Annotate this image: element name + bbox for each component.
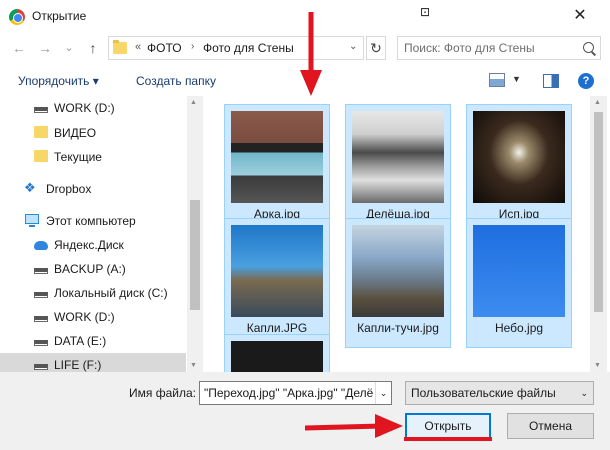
folder-icon <box>34 126 48 138</box>
breadcrumb-foto[interactable]: ФОТО <box>147 41 182 55</box>
drive-icon <box>34 292 48 298</box>
file-item-kapli[interactable]: Капли.JPG <box>224 218 330 348</box>
computer-icon <box>25 214 39 227</box>
sidebar-item-dropbox[interactable]: ❖ Dropbox <box>0 177 186 201</box>
file-item-arka[interactable]: Арка.jpg <box>224 104 330 234</box>
file-name: Капли.JPG <box>246 321 308 335</box>
filetype-value: Пользовательские файлы <box>411 386 556 400</box>
sidebar-item-work-d-2[interactable]: WORK (D:) <box>0 305 186 329</box>
sidebar-item-work-d[interactable]: WORK (D:) <box>0 96 186 120</box>
view-mode-icon[interactable] <box>489 73 505 87</box>
filetype-select[interactable]: Пользовательские файлы ⌄ <box>405 381 594 405</box>
forward-arrow-icon[interactable]: → <box>36 39 54 57</box>
thumbnail-image <box>231 225 323 317</box>
annotation-arrow-down-icon <box>300 12 322 96</box>
organize-button[interactable]: Упорядочить ▾ <box>18 74 99 88</box>
sidebar-item-video[interactable]: ВИДЕО <box>0 121 186 145</box>
sidebar-item-this-pc[interactable]: Этот компьютер <box>0 209 186 233</box>
annotation-arrow-right-icon <box>305 414 403 438</box>
help-icon[interactable]: ? <box>578 73 594 89</box>
file-name: Небо.jpg <box>494 321 544 335</box>
thumbnail-image <box>352 225 444 317</box>
sidebar-item-tekushchie[interactable]: Текущие <box>0 145 186 169</box>
drive-icon <box>34 268 48 274</box>
sidebar-item-label: WORK (D:) <box>54 101 115 115</box>
sidebar-item-backup-a[interactable]: BACKUP (A:) <box>0 257 186 281</box>
sidebar-item-label: WORK (D:) <box>54 310 115 324</box>
up-arrow-icon[interactable]: ↑ <box>84 39 102 57</box>
sidebar-item-data-e[interactable]: DATA (E:) <box>0 329 186 353</box>
search-box[interactable]: Поиск: Фото для Стены <box>397 36 601 60</box>
sidebar-item-local-disk-c[interactable]: Локальный диск (C:) <box>0 281 186 305</box>
chevron-down-icon: ⌄ <box>580 388 588 398</box>
preview-pane-icon[interactable] <box>543 74 559 88</box>
thumbnail-image <box>473 225 565 317</box>
drive-icon <box>34 364 48 370</box>
file-item-isp[interactable]: Исп.jpg <box>466 104 572 234</box>
search-input[interactable]: Поиск: Фото для Стены <box>404 41 535 55</box>
breadcrumb-overflow[interactable]: « <box>135 41 141 53</box>
dropbox-icon: ❖ <box>24 180 36 195</box>
thumbnail-image <box>231 341 323 372</box>
scroll-up-icon[interactable]: ▲ <box>594 99 601 106</box>
filename-value: "Переход.jpg" "Арка.jpg" "Делё <box>204 386 374 400</box>
chevron-right-icon[interactable]: › <box>191 41 194 52</box>
open-button[interactable]: Открыть <box>405 413 491 439</box>
drive-icon <box>34 316 48 322</box>
sidebar-item-yandex-disk[interactable]: Яндекс.Диск <box>0 233 186 257</box>
address-dropdown-icon[interactable]: ⌄ <box>349 41 357 52</box>
refresh-icon[interactable]: ↻ <box>366 36 386 60</box>
scroll-down-icon[interactable]: ▼ <box>190 362 197 369</box>
annotation-underline <box>404 437 492 441</box>
drive-icon <box>34 340 48 346</box>
content-scrollbar-thumb[interactable] <box>594 112 603 312</box>
back-arrow-icon[interactable]: ← <box>10 39 28 57</box>
sidebar-item-label: Текущие <box>54 150 102 164</box>
file-item-partial[interactable] <box>224 334 330 372</box>
pin-icon[interactable]: ⊡ <box>418 5 432 19</box>
thumbnail-image <box>231 111 323 203</box>
search-icon <box>583 42 594 53</box>
window-title: Открытие <box>32 9 87 23</box>
cloud-icon <box>34 241 48 250</box>
file-list: Арка.jpg Делёша.jpg Исп.jpg Капли.JPG Ка… <box>204 96 610 372</box>
sidebar-item-label: Яндекс.Диск <box>54 238 124 252</box>
drive-icon <box>34 107 48 113</box>
cancel-button[interactable]: Отмена <box>507 413 594 439</box>
filename-label: Имя файла: <box>129 386 196 400</box>
filename-input[interactable]: "Переход.jpg" "Арка.jpg" "Делё ⌄ <box>199 381 392 405</box>
scroll-up-icon[interactable]: ▲ <box>190 99 197 106</box>
sidebar-item-label: DATA (E:) <box>54 334 107 348</box>
thumbnail-image <box>473 111 565 203</box>
sidebar-scrollbar-thumb[interactable] <box>190 200 200 310</box>
file-item-nebo[interactable]: Небо.jpg <box>466 218 572 348</box>
sidebar-item-label: ВИДЕО <box>54 126 97 140</box>
sidebar-item-label: Dropbox <box>46 182 92 196</box>
file-item-delesha[interactable]: Делёша.jpg <box>345 104 451 234</box>
folder-icon <box>34 150 48 162</box>
chevron-down-icon[interactable]: ⌄ <box>375 382 391 404</box>
sidebar-item-label: LIFE (F:) <box>54 358 102 372</box>
breadcrumb-foto-dlya-steny[interactable]: Фото для Стены <box>203 41 294 55</box>
close-button[interactable]: ✕ <box>560 4 600 28</box>
sidebar-item-label: BACKUP (A:) <box>54 262 126 276</box>
thumbnail-image <box>352 111 444 203</box>
navigation-pane: WORK (D:) ВИДЕО Текущие ❖ Dropbox Этот к… <box>0 96 203 372</box>
recent-locations-icon[interactable]: ⌄ <box>60 39 78 57</box>
sidebar-item-label: Локальный диск (C:) <box>54 286 168 300</box>
view-dropdown-icon[interactable]: ▼ <box>512 74 521 84</box>
new-folder-button[interactable]: Создать папку <box>136 74 216 88</box>
sidebar-item-life-f[interactable]: LIFE (F:) <box>0 353 186 372</box>
scroll-down-icon[interactable]: ▼ <box>594 362 601 369</box>
chrome-icon <box>9 9 25 25</box>
folder-icon <box>113 40 127 54</box>
sidebar-item-label: Этот компьютер <box>46 214 136 228</box>
file-item-kapli-tuchi[interactable]: Капли-тучи.jpg <box>345 218 451 348</box>
file-name: Капли-тучи.jpg <box>357 321 439 335</box>
